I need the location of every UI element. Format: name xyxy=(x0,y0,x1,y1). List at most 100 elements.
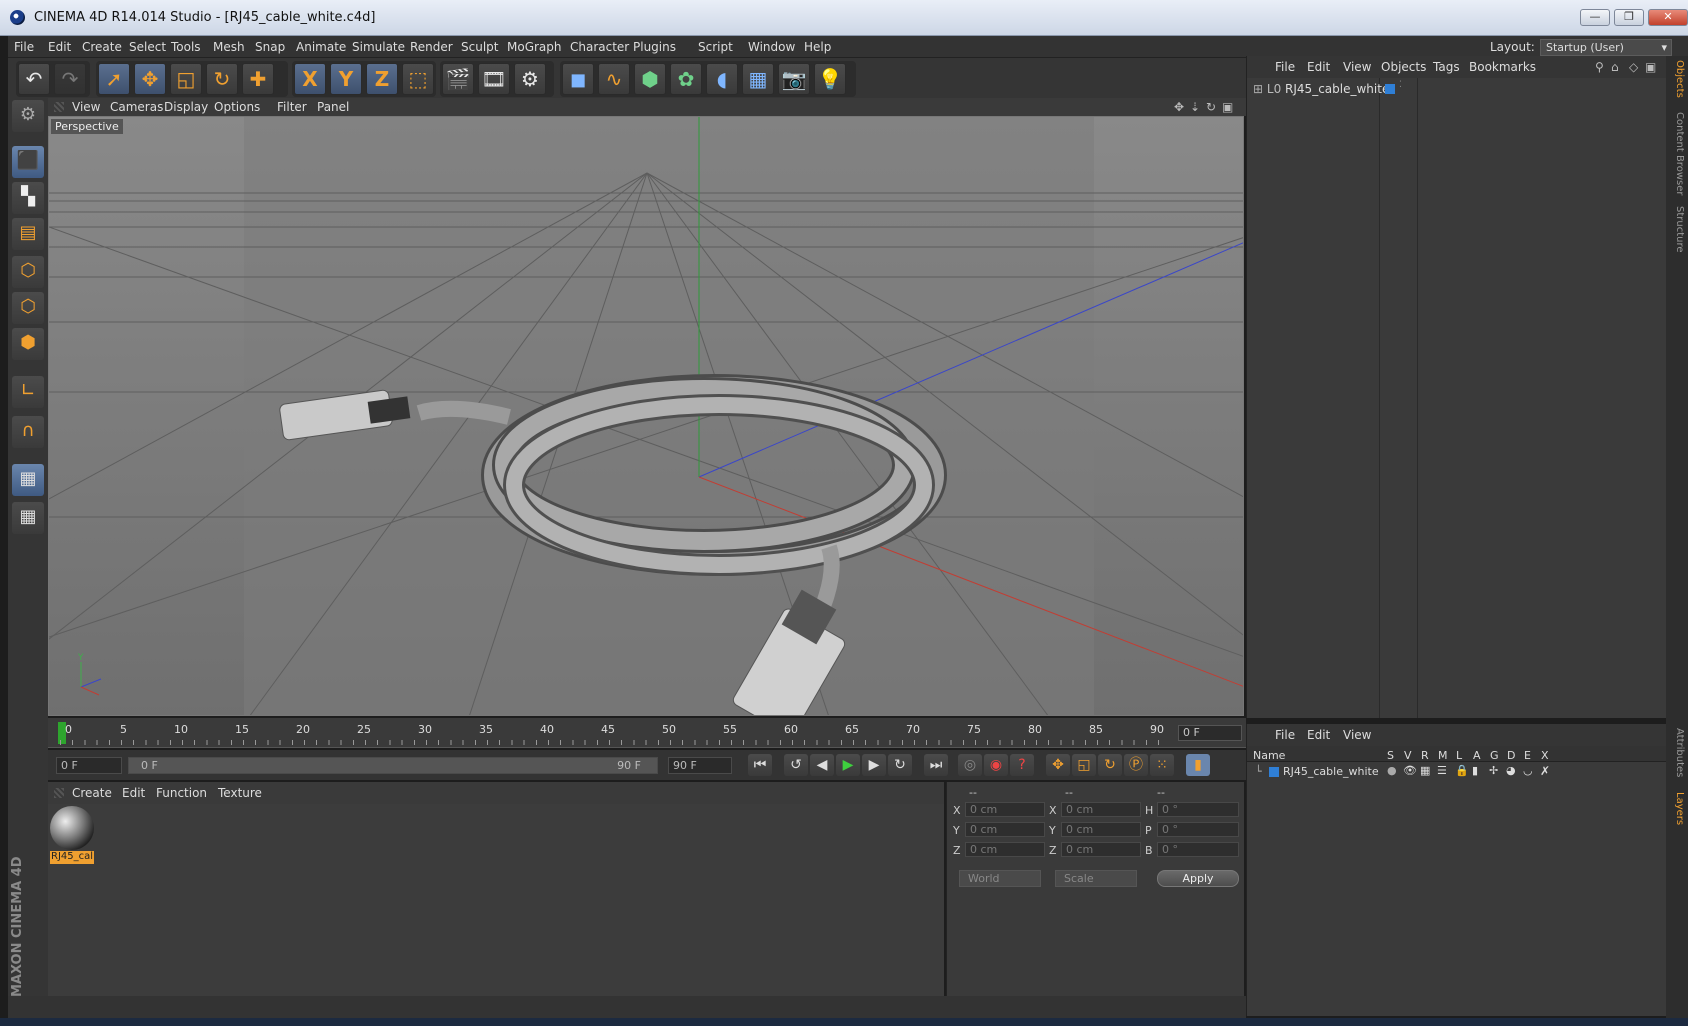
previous-key-icon[interactable]: ↺ xyxy=(784,754,808,776)
locked-workplane-icon[interactable]: ▦ xyxy=(12,464,44,496)
view-toggle-icon[interactable]: 👁 xyxy=(1403,764,1417,777)
key-scale-icon[interactable]: ◱ xyxy=(1072,754,1096,776)
generator-toggle-icon[interactable]: ✢ xyxy=(1489,764,1498,777)
menu-script[interactable]: Script xyxy=(698,40,733,54)
menu-animate[interactable]: Animate xyxy=(296,40,346,54)
viewport-rotate-icon[interactable]: ↻ xyxy=(1206,100,1216,114)
light-icon[interactable]: 💡 xyxy=(814,63,846,95)
size-z-field[interactable]: 0 cm xyxy=(1061,842,1141,857)
edges-mode-icon[interactable]: ⬡ xyxy=(12,292,44,324)
material-swatch[interactable]: RJ45_cal xyxy=(50,806,94,864)
render-view-icon[interactable]: 🎬 xyxy=(442,63,474,95)
menu-snap[interactable]: Snap xyxy=(255,40,285,54)
rotation-h-field[interactable]: 0 ° xyxy=(1157,802,1239,817)
material-menu-edit[interactable]: Edit xyxy=(122,786,145,800)
texture-mode-icon[interactable]: ▚ xyxy=(12,182,44,214)
frame-range-slider[interactable]: 0 F 90 F xyxy=(128,757,658,774)
current-frame-input[interactable]: 0 F xyxy=(56,757,122,774)
nurbs-icon[interactable]: ⬢ xyxy=(634,63,666,95)
new-window-icon[interactable]: ▣ xyxy=(1645,60,1656,74)
visibility-dots-icon[interactable]: ⁚ xyxy=(1399,80,1402,90)
make-editable-icon[interactable]: ⚙ xyxy=(12,100,44,132)
snap-icon[interactable]: ∩ xyxy=(12,416,44,448)
viewport-menu-options[interactable]: Options xyxy=(214,100,260,114)
tab-layers[interactable]: Layers xyxy=(1669,792,1685,825)
coordinate-system-icon[interactable]: ⬚ xyxy=(402,63,434,95)
tab-objects[interactable]: Objects xyxy=(1669,60,1685,98)
render-settings-icon[interactable]: ⚙ xyxy=(514,63,546,95)
move-icon[interactable]: ✥ xyxy=(134,63,166,95)
material-menu-create[interactable]: Create xyxy=(72,786,112,800)
max-frame-input[interactable]: 90 F xyxy=(668,757,732,774)
material-menu-texture[interactable]: Texture xyxy=(218,786,262,800)
key-pla-icon[interactable]: ⁙ xyxy=(1150,754,1174,776)
model-mode-icon[interactable]: ⬛ xyxy=(12,146,44,178)
xref-toggle-icon[interactable]: ✗ xyxy=(1540,764,1550,778)
keyframe-selection-icon[interactable]: ? xyxy=(1010,754,1034,776)
viewport-menu-view[interactable]: View xyxy=(72,100,100,114)
expression-toggle-icon[interactable]: ◡ xyxy=(1523,764,1533,777)
manager-toggle-icon[interactable]: ☰ xyxy=(1437,764,1447,777)
coordinate-mode-dropdown[interactable]: World xyxy=(959,870,1041,887)
minimize-button[interactable]: — xyxy=(1580,9,1610,26)
position-x-field[interactable]: 0 cm xyxy=(965,802,1045,817)
cube-icon[interactable]: ◼ xyxy=(562,63,594,95)
menu-file[interactable]: File xyxy=(14,40,34,54)
live-selection-icon[interactable]: ➚ xyxy=(98,63,130,95)
viewport[interactable]: Y Perspective xyxy=(48,116,1244,716)
previous-frame-icon[interactable]: ◀ xyxy=(810,754,834,776)
objects-menu-tags[interactable]: Tags xyxy=(1433,60,1460,74)
rotate-icon[interactable]: ↻ xyxy=(206,63,238,95)
viewport-move-icon[interactable]: ✥ xyxy=(1174,100,1184,114)
objects-menu-view[interactable]: View xyxy=(1343,60,1371,74)
layout-dropdown[interactable]: Startup (User) ▾ xyxy=(1540,39,1672,56)
spline-icon[interactable]: ∿ xyxy=(598,63,630,95)
menu-window[interactable]: Window xyxy=(748,40,795,54)
material-menu-function[interactable]: Function xyxy=(156,786,207,800)
floor-icon[interactable]: ▦ xyxy=(742,63,774,95)
expand-icon[interactable]: ⊞ xyxy=(1253,82,1263,96)
next-frame-icon[interactable]: ▶ xyxy=(862,754,886,776)
next-key-icon[interactable]: ↻ xyxy=(888,754,912,776)
layer-color-chip[interactable] xyxy=(1269,767,1279,777)
deformer-icon[interactable]: ◖ xyxy=(706,63,738,95)
record-icon[interactable]: ◎ xyxy=(958,754,982,776)
viewport-menu-cameras[interactable]: Cameras xyxy=(110,100,163,114)
menu-plugins[interactable]: Plugins xyxy=(633,40,676,54)
axis-mode-icon[interactable]: ∟ xyxy=(12,376,44,408)
play-icon[interactable]: ▶ xyxy=(836,754,860,776)
layer-color-chip[interactable] xyxy=(1385,84,1395,94)
render-toggle-icon[interactable]: ▦ xyxy=(1420,764,1430,777)
size-y-field[interactable]: 0 cm xyxy=(1061,822,1141,837)
redo-icon[interactable]: ↷ xyxy=(54,63,86,95)
current-frame-field[interactable]: 0 F xyxy=(1178,725,1242,741)
key-position-icon[interactable]: ✥ xyxy=(1046,754,1070,776)
objects-menu-objects[interactable]: Objects xyxy=(1381,60,1426,74)
menu-mesh[interactable]: Mesh xyxy=(213,40,245,54)
menu-edit[interactable]: Edit xyxy=(48,40,71,54)
objects-menu-edit[interactable]: Edit xyxy=(1307,60,1330,74)
menu-tools[interactable]: Tools xyxy=(171,40,201,54)
animation-toggle-icon[interactable]: ▮ xyxy=(1472,764,1478,777)
size-mode-dropdown[interactable]: Scale xyxy=(1055,870,1137,887)
close-button[interactable]: ✕ xyxy=(1648,9,1688,26)
tab-content-browser[interactable]: Content Browser xyxy=(1669,112,1685,195)
lock-toggle-icon[interactable]: 🔒 xyxy=(1455,764,1469,777)
menu-select[interactable]: Select xyxy=(129,40,166,54)
go-to-end-icon[interactable]: ⏭ xyxy=(924,754,948,776)
autokey-icon[interactable]: ◉ xyxy=(984,754,1008,776)
home-icon[interactable]: ⌂ xyxy=(1611,60,1619,74)
menu-create[interactable]: Create xyxy=(82,40,122,54)
rotation-p-field[interactable]: 0 ° xyxy=(1157,822,1239,837)
tab-attributes[interactable]: Attributes xyxy=(1669,728,1685,777)
rotation-b-field[interactable]: 0 ° xyxy=(1157,842,1239,857)
menu-sculpt[interactable]: Sculpt xyxy=(461,40,498,54)
apply-button[interactable]: Apply xyxy=(1157,870,1239,887)
position-z-field[interactable]: 0 cm xyxy=(965,842,1045,857)
restore-button[interactable]: ❐ xyxy=(1614,9,1644,26)
polygons-mode-icon[interactable]: ⬢ xyxy=(12,328,44,360)
array-icon[interactable]: ✿ xyxy=(670,63,702,95)
planar-workplane-icon[interactable]: ▦ xyxy=(12,502,44,534)
menu-render[interactable]: Render xyxy=(410,40,453,54)
object-row[interactable]: ⊞ L0 RJ45_cable_white xyxy=(1253,82,1389,96)
